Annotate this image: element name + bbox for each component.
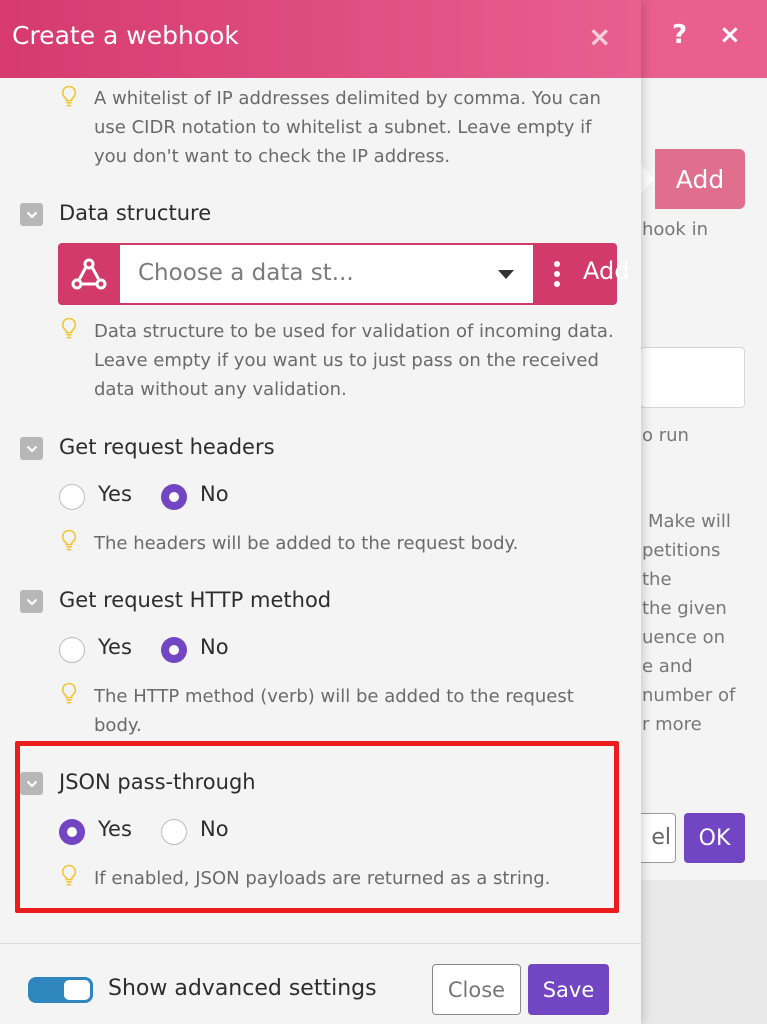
chevron-down-icon <box>26 211 37 219</box>
close-button[interactable]: Close <box>432 964 521 1015</box>
ip-whitelist-hint: A whitelist of IP addresses delimited by… <box>94 84 601 171</box>
radio-label: Yes <box>98 482 132 506</box>
hint-line: you don't want to check the IP address. <box>94 146 451 167</box>
background-cancel-button[interactable]: el <box>640 813 676 863</box>
lightbulb-icon <box>61 317 77 339</box>
radio-label: Yes <box>98 635 132 659</box>
radio-label: No <box>200 482 229 506</box>
hint-line: Leave empty if you want us to just pass … <box>94 350 599 371</box>
background-text: number of <box>642 685 736 706</box>
chevron-down-icon <box>26 598 37 606</box>
webhook-icon <box>58 243 120 305</box>
advanced-settings-label: Show advanced settings <box>108 976 377 1001</box>
hint-line: A whitelist of IP addresses delimited by… <box>94 88 601 109</box>
data-structure-picker: Choose a data st... Add <box>58 243 629 305</box>
background-text: Make will <box>648 511 731 532</box>
footer-divider <box>0 943 641 944</box>
create-webhook-dialog: Create a webhook × A whitelist of IP add… <box>0 0 641 1024</box>
background-input[interactable] <box>640 347 745 408</box>
background-text: the given <box>642 598 727 619</box>
switch-knob <box>64 980 90 1000</box>
background-text: uence on <box>642 627 726 648</box>
http-method-label: Get request HTTP method <box>59 588 332 612</box>
close-icon[interactable]: × <box>588 20 611 53</box>
data-structure-add-button[interactable]: Add <box>583 257 629 285</box>
request-headers-label: Get request headers <box>59 435 275 459</box>
data-structure-hint: Data structure to be used for validation… <box>94 317 614 404</box>
data-structure-select[interactable]: Choose a data st... <box>120 245 533 303</box>
lightbulb-icon <box>61 529 77 551</box>
advanced-settings-switch[interactable] <box>28 977 93 1003</box>
background-add-button[interactable]: Add <box>655 149 745 209</box>
chevron-down-icon <box>26 445 37 453</box>
caret-down-icon <box>498 270 514 279</box>
http-method-yes-radio[interactable] <box>59 637 85 663</box>
radio-label: No <box>200 635 229 659</box>
hint-line: The HTTP method (verb) will be added to … <box>94 686 574 707</box>
request-headers-toggle[interactable] <box>20 437 43 460</box>
data-structure-toggle[interactable] <box>20 203 43 226</box>
request-headers-hint: The headers will be added to the request… <box>94 533 519 554</box>
background-text: r more <box>642 714 702 735</box>
request-headers-yes-radio[interactable] <box>59 484 85 510</box>
background-text: hook in <box>642 219 708 240</box>
background-add-arrow <box>640 164 655 194</box>
background-text: e and <box>642 656 693 677</box>
background-ok-button[interactable]: OK <box>684 813 745 863</box>
save-button[interactable]: Save <box>528 964 609 1015</box>
lightbulb-icon <box>61 682 77 704</box>
data-structure-placeholder: Choose a data st... <box>138 260 354 286</box>
hint-line: use CIDR notation to whitelist a subnet.… <box>94 117 592 138</box>
help-icon[interactable]: ? <box>672 20 687 50</box>
more-options-icon[interactable] <box>553 261 561 287</box>
highlight-box <box>15 741 619 913</box>
background-close-icon[interactable]: × <box>719 20 741 50</box>
background-text: o run <box>642 425 689 446</box>
dialog-title: Create a webhook <box>12 21 239 50</box>
background-text: petitions <box>642 540 721 561</box>
http-method-toggle[interactable] <box>20 590 43 613</box>
hint-line: body. <box>94 715 142 736</box>
data-structure-label: Data structure <box>59 201 212 225</box>
dialog-header: Create a webhook × <box>0 0 641 78</box>
request-headers-no-radio[interactable] <box>161 484 187 510</box>
hint-line: data without any validation. <box>94 379 347 400</box>
lightbulb-icon <box>61 85 77 107</box>
hint-line: Data structure to be used for validation… <box>94 321 614 342</box>
background-text: the <box>642 569 672 590</box>
http-method-no-radio[interactable] <box>161 637 187 663</box>
http-method-hint: The HTTP method (verb) will be added to … <box>94 682 574 740</box>
